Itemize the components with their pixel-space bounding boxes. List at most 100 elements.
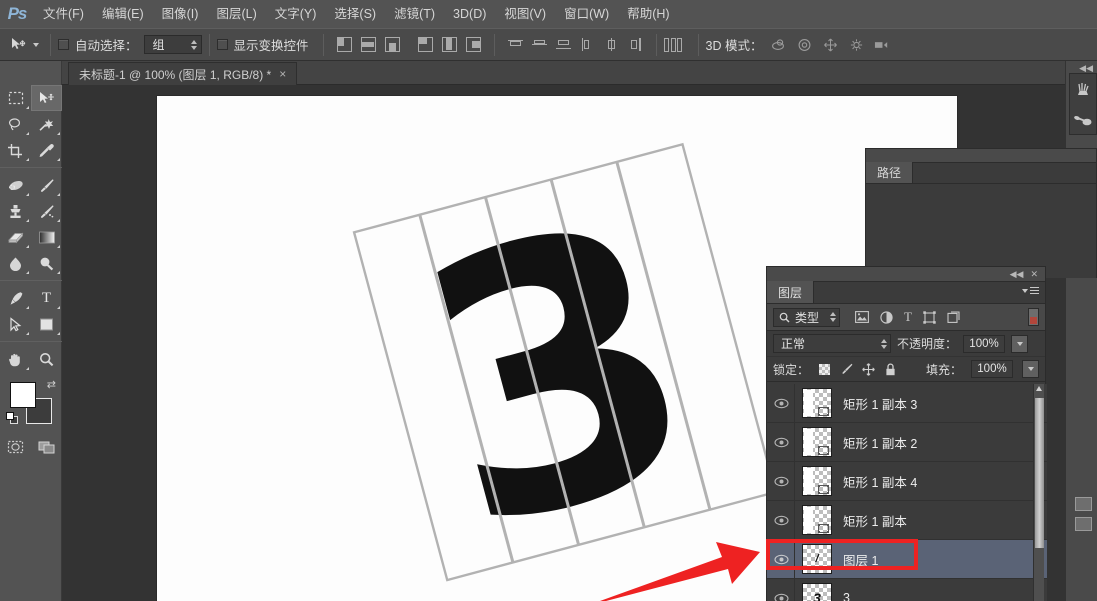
foreground-color-swatch[interactable]: [10, 382, 36, 408]
filter-pixel-icon[interactable]: [855, 311, 869, 323]
layer-thumbnail[interactable]: [802, 427, 832, 457]
distribute-right-icon[interactable]: [628, 38, 643, 51]
scrollbar-thumb[interactable]: [1035, 398, 1044, 548]
tool-preset-chevron-icon[interactable]: [33, 42, 39, 47]
layers-scrollbar[interactable]: [1033, 384, 1044, 601]
magic-wand-tool[interactable]: [31, 111, 62, 137]
blur-tool[interactable]: [0, 250, 31, 276]
collapse-icon[interactable]: ◀◀: [1010, 269, 1024, 280]
distribute-top-icon[interactable]: [507, 38, 523, 51]
hand-tool[interactable]: [0, 346, 31, 372]
layer-thumbnail[interactable]: [802, 388, 832, 418]
tab-layers[interactable]: 图层: [767, 281, 815, 303]
auto-select-checkbox[interactable]: [58, 39, 69, 50]
layers-panel[interactable]: ◀◀ ✕ 图层 类型 T 正常 不透明度： 100% 锁定： 填充： 100% …: [766, 266, 1047, 601]
screen-mode-icon[interactable]: [31, 434, 62, 460]
history-brush-tool[interactable]: [31, 198, 62, 224]
scale-3d-icon[interactable]: [874, 37, 890, 53]
pen-tool[interactable]: [0, 285, 31, 311]
zoom-tool[interactable]: [31, 346, 62, 372]
distribute-left-icon[interactable]: [580, 38, 595, 51]
clone-source-icon[interactable]: [1073, 113, 1093, 127]
auto-align-layers-icon[interactable]: [663, 37, 682, 52]
menu-3d[interactable]: 3D(D): [444, 0, 495, 28]
align-right-icon[interactable]: [465, 37, 481, 52]
lock-position-icon[interactable]: [862, 362, 875, 376]
dodge-tool[interactable]: [31, 250, 62, 276]
pan-3d-icon[interactable]: [822, 37, 838, 53]
filter-type-dropdown[interactable]: 类型: [773, 307, 841, 327]
filter-smart-object-icon[interactable]: [947, 310, 960, 324]
brush-tool[interactable]: [31, 172, 62, 198]
blend-mode-dropdown[interactable]: 正常: [773, 334, 891, 353]
eraser-tool[interactable]: [0, 224, 31, 250]
table-row[interactable]: 矩形 1 副本 4: [767, 461, 1047, 501]
marquee-tool[interactable]: [0, 85, 31, 111]
show-transform-controls-checkbox[interactable]: [216, 39, 228, 50]
distribute-horizontal-center-icon[interactable]: [604, 38, 619, 51]
distribute-vertical-center-icon[interactable]: [531, 38, 547, 51]
menu-image[interactable]: 图像(I): [153, 0, 208, 28]
layer-thumbnail[interactable]: [802, 466, 832, 496]
brush-presets-icon[interactable]: [1074, 81, 1092, 99]
crop-tool[interactable]: [0, 137, 31, 163]
new-layer-icon[interactable]: [1074, 497, 1092, 511]
table-row[interactable]: 矩形 1 副本 3: [767, 384, 1047, 423]
gradient-tool[interactable]: [31, 224, 62, 250]
panel-menu-button[interactable]: [1022, 287, 1039, 294]
layer-name[interactable]: 矩形 1 副本 3: [843, 394, 917, 413]
default-colors-icon[interactable]: [6, 412, 18, 424]
layer-name[interactable]: 图层 1: [843, 550, 878, 569]
eyedropper-tool[interactable]: [31, 137, 62, 163]
tab-paths[interactable]: 路径: [866, 162, 914, 183]
move-tool[interactable]: [31, 85, 62, 111]
lock-transparent-pixels-icon[interactable]: [818, 363, 831, 376]
layer-name[interactable]: 矩形 1 副本 4: [843, 472, 917, 491]
type-tool[interactable]: T: [31, 285, 62, 311]
fill-value[interactable]: 100%: [971, 360, 1013, 378]
paths-panel-body[interactable]: [866, 184, 1096, 278]
align-bottom-icon[interactable]: [384, 37, 400, 52]
table-row[interactable]: / 图层 1: [767, 539, 1047, 579]
swap-colors-icon[interactable]: ⇄: [47, 378, 56, 391]
table-row[interactable]: 3 3: [767, 578, 1047, 601]
filter-type-icon[interactable]: T: [904, 309, 912, 325]
layer-visibility-toggle[interactable]: [769, 578, 795, 601]
layer-list[interactable]: 矩形 1 副本 3 矩形 1 副本 2 矩形 1 副本 4 矩形 1 副本 / …: [767, 384, 1047, 601]
lock-all-icon[interactable]: [884, 362, 897, 376]
align-vertical-center-icon[interactable]: [360, 37, 376, 52]
clone-stamp-tool[interactable]: [0, 198, 31, 224]
opacity-value[interactable]: 100%: [963, 334, 1006, 353]
menu-view[interactable]: 视图(V): [495, 0, 555, 28]
align-top-icon[interactable]: [336, 37, 352, 52]
layer-thumbnail[interactable]: /: [802, 544, 832, 574]
path-selection-tool[interactable]: [0, 311, 31, 337]
slide-3d-icon[interactable]: [848, 37, 864, 53]
menu-file[interactable]: 文件(F): [34, 0, 93, 28]
layer-name[interactable]: 3: [843, 591, 850, 601]
filter-adjustment-icon[interactable]: [880, 310, 893, 324]
spot-healing-brush-tool[interactable]: [0, 172, 31, 198]
paths-panel[interactable]: 路径: [865, 148, 1097, 278]
table-row[interactable]: 矩形 1 副本: [767, 500, 1047, 540]
menu-type[interactable]: 文字(Y): [266, 0, 326, 28]
layer-visibility-toggle[interactable]: [769, 500, 795, 540]
layer-visibility-toggle[interactable]: [769, 539, 795, 579]
distribute-bottom-icon[interactable]: [555, 38, 571, 51]
auto-select-dropdown[interactable]: 组: [143, 35, 202, 54]
lock-image-pixels-icon[interactable]: [840, 363, 853, 376]
layer-visibility-toggle[interactable]: [769, 422, 795, 462]
menu-help[interactable]: 帮助(H): [618, 0, 678, 28]
active-tool-indicator[interactable]: [6, 37, 43, 52]
roll-3d-icon[interactable]: [796, 37, 812, 53]
close-icon[interactable]: ✕: [1030, 269, 1038, 280]
layer-visibility-toggle[interactable]: [769, 461, 795, 501]
layers-panel-titlebar[interactable]: ◀◀ ✕: [767, 267, 1045, 282]
paths-panel-titlebar[interactable]: [866, 149, 1096, 163]
menu-edit[interactable]: 编辑(E): [93, 0, 153, 28]
layer-visibility-toggle[interactable]: [769, 384, 795, 423]
lasso-tool[interactable]: [0, 111, 31, 137]
table-row[interactable]: 矩形 1 副本 2: [767, 422, 1047, 462]
rotate-3d-icon[interactable]: [770, 37, 786, 53]
document-tab[interactable]: 未标题-1 @ 100% (图层 1, RGB/8) * ×: [68, 62, 298, 85]
